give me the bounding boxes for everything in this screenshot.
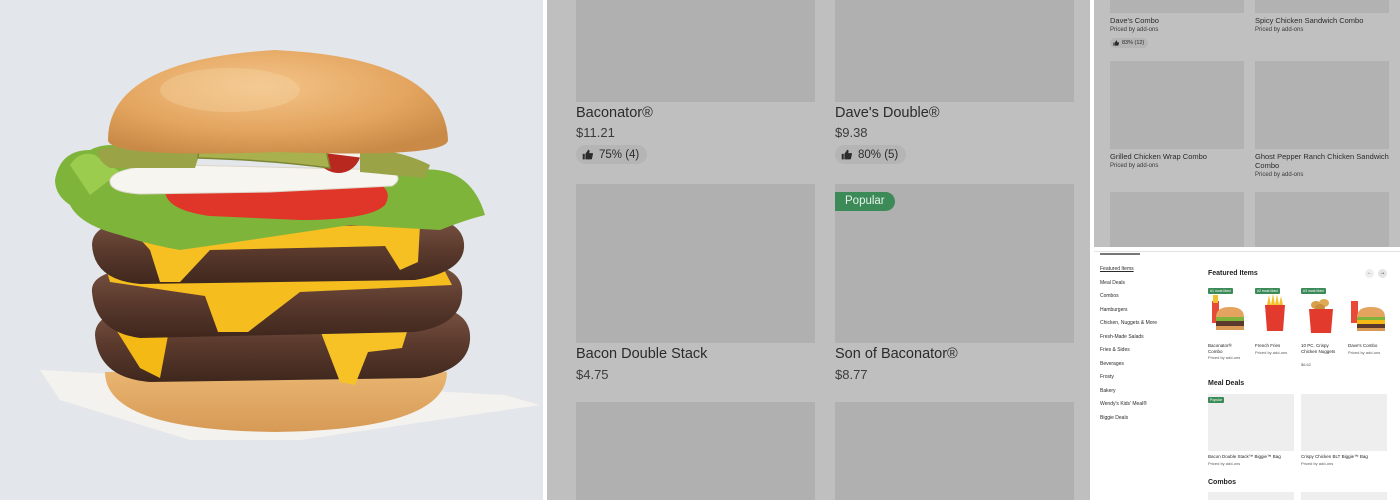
sidebar-item-combos[interactable]: Combos: [1100, 293, 1119, 299]
menu-item-name[interactable]: Baconator®: [576, 105, 653, 121]
section-title-meal-deals: Meal Deals: [1208, 380, 1245, 387]
sidebar-item-meal-deals[interactable]: Meal Deals: [1100, 280, 1125, 286]
sidebar-item-kids-meal[interactable]: Wendy's Kids' Meal®: [1100, 401, 1147, 407]
sidebar-item-chicken[interactable]: Chicken, Nuggets & More: [1100, 320, 1157, 326]
section-title-combos: Combos: [1208, 479, 1236, 486]
featured-item-name[interactable]: Baconator® Combo: [1208, 343, 1244, 354]
rating-text: 80% (5): [858, 148, 899, 161]
combo-item-subtitle: Priced by add-ons: [1110, 27, 1159, 33]
meal-deal-subtitle: Priced by add-ons: [1208, 461, 1241, 466]
meal-deal-subtitle: Priced by add-ons: [1301, 461, 1334, 466]
menu-item-image[interactable]: [835, 402, 1074, 500]
featured-item-subtitle: Priced by add-ons: [1348, 350, 1381, 355]
meal-deal-image[interactable]: [1301, 394, 1387, 451]
menu-grid-panel: Baconator® $11.21 75% (4) Dave's Double®…: [547, 0, 1090, 500]
sidebar-item-biggie-deals[interactable]: Biggie Deals: [1100, 415, 1128, 421]
hero-image-panel: [0, 0, 543, 500]
combo-item-image[interactable]: [1255, 192, 1389, 247]
nuggets-thumbnail: [1309, 299, 1333, 333]
featured-item-price: $6.62: [1301, 362, 1312, 367]
burger-photo: [40, 50, 540, 440]
menu-item-name[interactable]: Bacon Double Stack: [576, 346, 707, 362]
combo-item-image[interactable]: [1255, 61, 1389, 149]
meal-deal-name[interactable]: Crispy Chicken BLT Biggie™ Bag: [1301, 454, 1391, 460]
combo-item-subtitle: Priced by add-ons: [1110, 163, 1159, 169]
sidebar-item-fries-sides[interactable]: Fries & Sides: [1100, 347, 1130, 353]
carousel-prev-button[interactable]: ←: [1365, 269, 1374, 278]
combo-image[interactable]: [1208, 492, 1294, 500]
menu-item-price: $4.75: [576, 367, 609, 382]
menu-item-price: $8.77: [835, 367, 868, 382]
menu-item-image[interactable]: [576, 0, 815, 102]
most-liked-badge: #2 most liked: [1255, 288, 1280, 294]
tab-underline: [1100, 253, 1140, 255]
featured-item-image[interactable]: [1208, 287, 1248, 339]
featured-item-image[interactable]: [1301, 287, 1341, 339]
combo-item-name[interactable]: Grilled Chicken Wrap Combo: [1110, 152, 1244, 161]
sidebar-item-featured-items[interactable]: Featured Items: [1100, 266, 1134, 272]
sidebar-item-bakery[interactable]: Bakery: [1100, 388, 1116, 394]
featured-item-name[interactable]: 10 PC. Crispy Chicken Nuggets: [1301, 343, 1337, 354]
carousel-next-button[interactable]: →: [1378, 269, 1387, 278]
rating-text: 83% (12): [1122, 40, 1145, 46]
fries-thumbnail: [1265, 293, 1285, 331]
featured-item-subtitle: Priced by add-ons: [1255, 350, 1288, 355]
thumbs-up-icon: [841, 149, 852, 160]
combo-item-name[interactable]: Dave's Combo: [1110, 16, 1244, 25]
combo-item-image[interactable]: [1255, 0, 1389, 13]
featured-item-name[interactable]: Dave's Combo: [1348, 343, 1388, 349]
menu-item-price: $9.38: [835, 125, 868, 140]
combo-item-subtitle: Priced by add-ons: [1255, 27, 1304, 33]
sidebar-item-hamburgers[interactable]: Hamburgers: [1100, 307, 1128, 313]
daves-combo-thumbnail: [1351, 301, 1385, 331]
top-divider: [1094, 251, 1400, 252]
combo-item-image[interactable]: [1110, 192, 1244, 247]
menu-item-name[interactable]: Dave's Double®: [835, 105, 940, 121]
combo-item-name[interactable]: Ghost Pepper Ranch Chicken Sandwich Comb…: [1255, 152, 1389, 170]
most-liked-badge: #3 most liked: [1301, 288, 1326, 294]
menu-item-price: $11.21: [576, 125, 615, 140]
menu-item-image[interactable]: [576, 184, 815, 343]
store-page-panel: Featured Items Meal Deals Combos Hamburg…: [1094, 251, 1400, 500]
section-title-featured: Featured Items: [1208, 270, 1258, 277]
rating-badge: 83% (12): [1110, 38, 1149, 48]
rating-text: 75% (4): [599, 148, 640, 161]
combo-image[interactable]: [1301, 492, 1387, 500]
combo-grid-panel: Dave's Combo Priced by add-ons 83% (12) …: [1094, 0, 1400, 247]
thumbs-up-icon: [582, 149, 593, 160]
sidebar-item-salads[interactable]: Fresh-Made Salads: [1100, 334, 1144, 340]
featured-item-image[interactable]: [1255, 287, 1295, 339]
rating-badge: 80% (5): [835, 145, 907, 164]
combo-item-image[interactable]: [1110, 61, 1244, 149]
featured-item-image[interactable]: [1347, 287, 1387, 339]
featured-item-subtitle: Priced by add-ons: [1208, 355, 1241, 360]
menu-item-name[interactable]: Son of Baconator®: [835, 346, 958, 362]
sidebar-item-beverages[interactable]: Beverages: [1100, 361, 1124, 367]
combo-item-subtitle: Priced by add-ons: [1255, 172, 1304, 178]
featured-item-name[interactable]: French Fries: [1255, 343, 1295, 349]
combo-item-name[interactable]: Spicy Chicken Sandwich Combo: [1255, 16, 1389, 25]
menu-item-image[interactable]: [576, 402, 815, 500]
rating-badge: 75% (4): [576, 145, 648, 164]
menu-item-image[interactable]: [835, 0, 1074, 102]
popular-badge: Popular: [835, 192, 895, 211]
popular-badge: Popular: [1208, 397, 1225, 403]
most-liked-badge: #1 most liked: [1208, 288, 1233, 294]
thumbs-up-icon: [1113, 40, 1119, 46]
meal-deal-name[interactable]: Bacon Double Stack™ Biggie™ Bag: [1208, 454, 1298, 460]
burger-combo-thumbnail: [1212, 295, 1244, 330]
sidebar-item-frosty[interactable]: Frosty: [1100, 374, 1114, 380]
combo-item-image[interactable]: [1110, 0, 1244, 13]
